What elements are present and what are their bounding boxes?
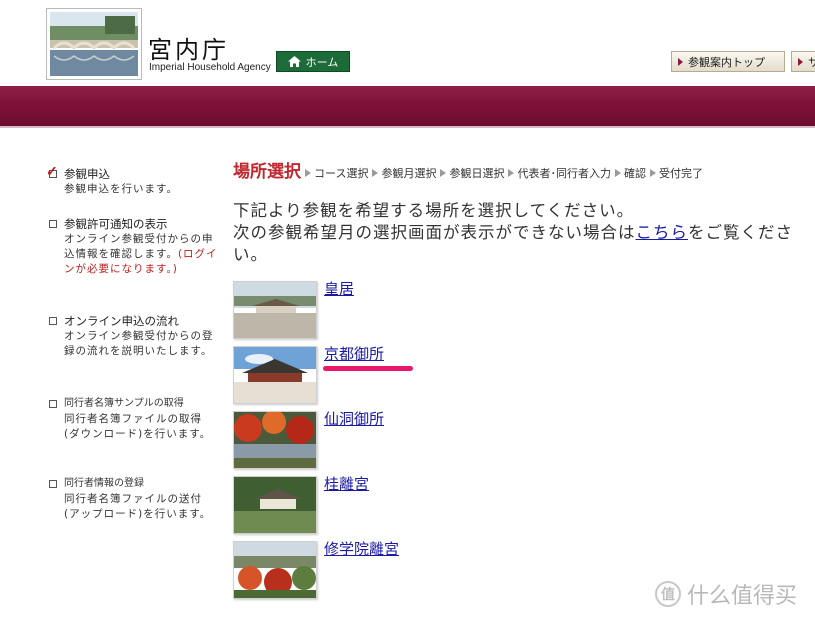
sidebar-item-desc: オンライン参観受付からの登録の流れを説明いたします。 [64,330,214,357]
watermark-logo-icon: 值 [655,581,681,607]
katsura-villa-photo [234,477,316,533]
home-button[interactable]: ホーム [276,51,350,72]
breadcrumb: 場所選択 コース選択 参観月選択 参観日選択 代表者･同行者入力 確認 受付完了 [233,157,703,182]
secondary-nav-button[interactable]: サ [791,51,815,72]
secondary-nav-label: サ [808,55,815,69]
sidebar-item-label: 同行者名簿サンプルの取得 [64,398,184,409]
watermark-text: 什么值得买 [687,584,798,609]
breadcrumb-step: 受付完了 [658,167,703,180]
sento-palace-photo [234,412,316,468]
location-link-kyoto-gosho[interactable]: 京都御所 [324,343,384,364]
location-thumbnail[interactable] [233,411,317,469]
home-icon [287,56,301,67]
agency-name-en: Imperial Household Agency [149,62,271,73]
imperial-palace-photo [234,282,316,338]
arrow-right-icon [798,57,803,66]
location-link-kokyo[interactable]: 皇居 [324,278,354,299]
checkbox-icon [49,400,57,408]
sidebar-item-title: 同行者名簿サンプルの取得 [48,396,218,412]
sidebar-item-label: オンライン申込の流れ [64,314,179,328]
sidebar-item-desc: 参観申込を行います。 [64,183,178,195]
breadcrumb-arrow-icon [614,169,621,177]
sidebar-item-title: 参観許可通知の表示 [48,216,218,232]
breadcrumb-step: 参観日選択 [449,167,505,180]
fallback-here-link[interactable]: こちら [636,223,689,242]
checkbox-icon [49,480,57,488]
breadcrumb-step: 代表者･同行者入力 [517,167,611,180]
watermark: 值 什么值得买 [655,578,797,610]
location-thumbnail[interactable] [233,541,317,599]
sidebar-item-desc: オンライン参観受付からの申込情報を確認します。(ログインが必要になります。) [48,232,218,277]
banner-divider [0,126,815,128]
breadcrumb-step: コース選択 [314,167,369,180]
breadcrumb-arrow-icon [649,169,656,177]
imperial-palace-bridge-image [50,12,138,76]
breadcrumb-current-step: 場所選択 [233,162,301,182]
highlight-underline [323,366,413,371]
sidebar-item-label: 参観許可通知の表示 [64,217,168,231]
sidebar-item-title: オンライン申込の流れ [48,313,218,329]
checkbox-icon [49,220,57,228]
sidebar-item-label: 同行者情報の登録 [64,478,144,489]
tour-guide-top-button[interactable]: 参観案内トップ [671,51,785,72]
breadcrumb-arrow-icon [508,169,515,177]
location-thumbnail[interactable] [233,346,317,404]
sidebar-item-companion-register[interactable]: 同行者情報の登録 同行者名簿ファイルの送付(アップロード)を行います。 [48,476,218,522]
breadcrumb-step: 確認 [623,167,646,180]
kyoto-imperial-palace-photo [234,347,316,403]
sidebar-item-label: 参観申込 [64,167,110,181]
location-thumbnail[interactable] [233,281,317,339]
sidebar-item-desc: 同行者名簿ファイルの送付(アップロード)を行います。 [64,493,212,520]
instructions-text: 下記より参観を希望する場所を選択してください。 次の参観希望月の選択画面が表示が… [233,200,803,266]
sidebar-item-permit-notice[interactable]: 参観許可通知の表示 オンライン参観受付からの申込情報を確認します。(ログインが必… [48,216,218,277]
location-thumbnail[interactable] [233,476,317,534]
sidebar-item-desc: 同行者名簿ファイルの取得(ダウンロード)を行います。 [64,413,212,440]
tour-guide-top-label: 参観案内トップ [688,55,765,69]
sidebar-item-companion-sample[interactable]: 同行者名簿サンプルの取得 同行者名簿ファイルの取得(ダウンロード)を行います。 [48,396,218,442]
sidebar-item-title: ✓ 参観申込 [46,164,218,182]
agency-name-jp: 宮内庁 [148,36,229,64]
breadcrumb-step: 参観月選択 [381,167,437,180]
location-link-sento-gosho[interactable]: 仙洞御所 [324,408,384,429]
agency-logo-photo [46,8,142,80]
header-banner [0,86,815,126]
breadcrumb-arrow-icon [372,169,379,177]
checkbox-icon [49,317,57,325]
location-link-shugakuin[interactable]: 修学院離宮 [324,538,399,559]
breadcrumb-arrow-icon [305,169,311,177]
arrow-right-icon [678,57,683,66]
sidebar-item-title: 同行者情報の登録 [48,476,218,492]
checkmark-icon: ✓ [46,164,58,180]
instructions-line-2: 次の参観希望月の選択画面が表示ができない場合はこちらをご覧ください。 [233,222,803,266]
instructions-line-2-text: 次の参観希望月の選択画面が表示ができない場合は [233,223,636,242]
instructions-line-1: 下記より参観を希望する場所を選択してください。 [233,201,635,220]
breadcrumb-arrow-icon [440,169,447,177]
sidebar-item-apply[interactable]: ✓ 参観申込 参観申込を行います。 [46,164,218,197]
home-button-label: ホーム [305,55,339,69]
location-link-katsura[interactable]: 桂離宮 [324,473,369,494]
sidebar-item-online-flow[interactable]: オンライン申込の流れ オンライン参観受付からの登録の流れを説明いたします。 [48,313,218,359]
shugakuin-villa-photo [234,542,316,598]
